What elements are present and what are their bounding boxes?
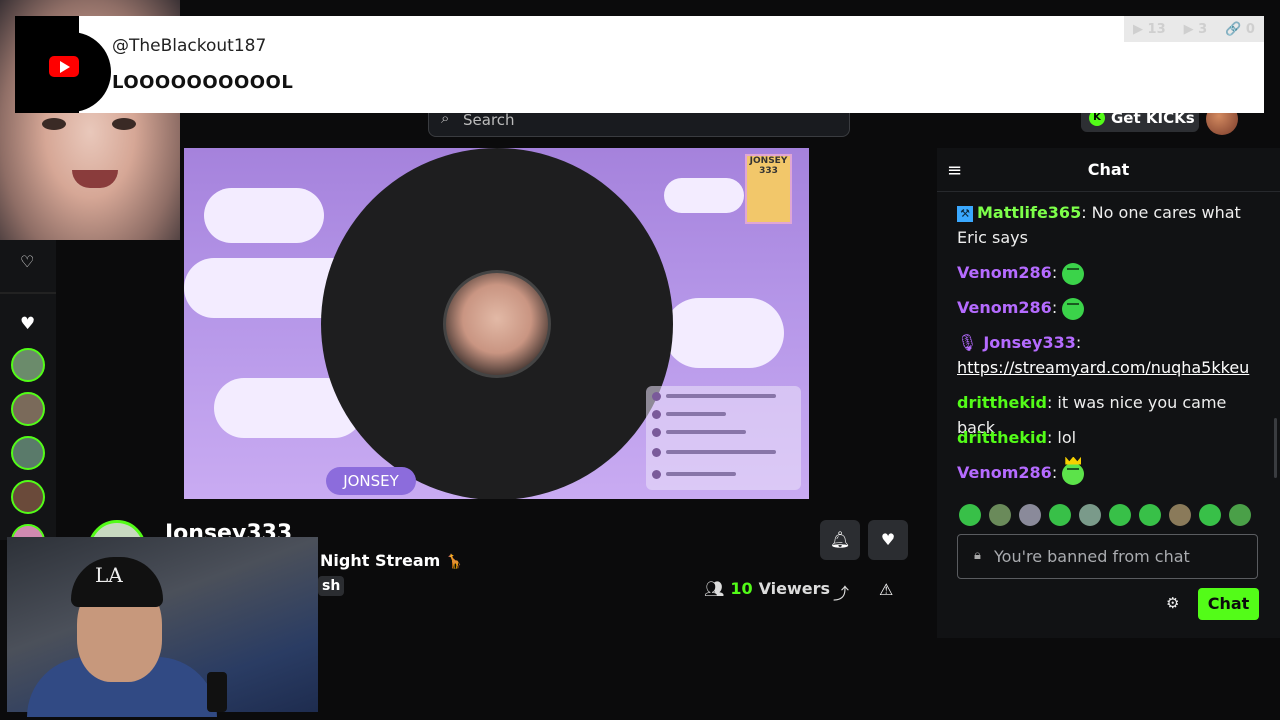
pepe-emote-icon — [1062, 262, 1085, 285]
heart-icon: ♥ — [880, 530, 896, 549]
viewers-icon: 👥︎ — [704, 579, 725, 598]
followed-channel-avatar[interactable] — [11, 436, 45, 470]
webcam-mouth — [72, 170, 118, 188]
chat-panel: ≡ Chat ⚒ Mattlife365: No one cares what E… — [937, 148, 1280, 638]
webcam-eye — [112, 118, 136, 130]
emote-icon[interactable] — [959, 504, 981, 526]
streamer-webcam-bottom: LA — [7, 537, 318, 717]
emote-icon[interactable] — [989, 504, 1011, 526]
following-heart-icon[interactable]: ♥ — [20, 314, 35, 334]
streamer-name-tag: JONSEY — [326, 467, 416, 495]
chat-message: Venom286: — [957, 295, 1257, 320]
emote-icon[interactable] — [1079, 504, 1101, 526]
followed-channels-rail: ♡ ♥ — [0, 240, 56, 558]
lock-icon: 🔒︎ — [974, 548, 981, 563]
followed-channel-avatar[interactable] — [11, 392, 45, 426]
crown-pepe-emote-icon — [1062, 462, 1085, 485]
kick-counter: ▶ 13 — [1133, 21, 1166, 37]
emote-icon[interactable] — [1229, 504, 1251, 526]
youtube-icon — [49, 56, 79, 77]
emote-icon[interactable] — [1139, 504, 1161, 526]
chat-message: ⚒ Mattlife365: No one cares what Eric say… — [957, 203, 1241, 247]
emote-quick-bar — [959, 504, 1259, 528]
link-counter: 🔗 0 — [1225, 21, 1255, 37]
la-cap-logo: LA — [95, 563, 123, 587]
chat-message: Venom286: — [957, 460, 1257, 485]
cloud-decor — [204, 188, 324, 243]
webcam-eye — [42, 118, 66, 130]
emote-icon[interactable] — [1109, 504, 1131, 526]
emote-icon[interactable] — [1169, 504, 1191, 526]
category-tag[interactable]: sh — [318, 576, 345, 596]
chat-message: Venom286: — [957, 260, 1257, 285]
search-placeholder: Search — [463, 111, 515, 129]
emote-icon[interactable] — [1049, 504, 1071, 526]
followed-channel-avatar[interactable] — [11, 348, 45, 382]
channel-badge-overlay: JONSEY 333 — [745, 154, 792, 224]
report-warning-icon[interactable]: ⚠ — [879, 580, 893, 599]
follow-button[interactable]: ♥ — [868, 520, 908, 560]
alert-message: LOOOOOOOOOOL — [112, 72, 294, 93]
chat-scrollbar[interactable] — [1274, 418, 1277, 478]
share-icon[interactable]: ⤴ — [833, 580, 849, 604]
chat-input-banned: 🔒︎ You're banned from chat — [957, 534, 1258, 579]
pepe-emote-icon — [1062, 297, 1085, 320]
moderator-badge-icon: ⚒ — [957, 205, 973, 222]
broadcaster-mic-icon: 🎙︎ — [957, 333, 978, 352]
chat-link[interactable]: https://streamyard.com/nuqha5kkeu — [957, 358, 1249, 377]
chat-message: 🎙︎ Jonsey333: https://streamyard.com/nuqh… — [957, 333, 1250, 377]
stream-title: Night Stream 🦒 — [320, 551, 464, 570]
emote-icon[interactable] — [1019, 504, 1041, 526]
rail-divider — [0, 292, 56, 294]
viewer-count: 👥︎ 10 Viewers — [704, 579, 831, 598]
emote-icon[interactable] — [1199, 504, 1221, 526]
chat-header: ≡ Chat — [937, 148, 1280, 192]
followed-channel-avatar[interactable] — [11, 480, 45, 514]
chat-alert-toast: @TheBlackout187 LOOOOOOOOOOL — [15, 16, 1264, 113]
microphone — [207, 672, 227, 712]
overlay-chat — [646, 386, 801, 490]
cloud-decor — [664, 298, 784, 368]
notification-bell-button[interactable]: 🔔︎ — [820, 520, 860, 560]
chat-title: Chat — [1087, 160, 1130, 179]
video-player[interactable]: JONSEY JONSEY 333 — [184, 148, 809, 499]
platform-counters: ▶ 13 ▶ 3 🔗 0 — [1124, 16, 1264, 42]
alert-username: @TheBlackout187 — [112, 36, 267, 56]
youtube-counter: ▶ 3 — [1183, 21, 1208, 37]
send-chat-button[interactable]: Chat — [1198, 588, 1259, 620]
follow-heart-icon[interactable]: ♡ — [20, 252, 34, 271]
chat-message: dritthekid: lol — [957, 428, 1077, 447]
cloud-decor — [664, 178, 744, 213]
streamer-face-circle — [443, 270, 551, 378]
chat-settings-gear-icon[interactable]: ⚙ — [1166, 594, 1179, 612]
bell-icon: 🔔︎ — [829, 530, 851, 549]
